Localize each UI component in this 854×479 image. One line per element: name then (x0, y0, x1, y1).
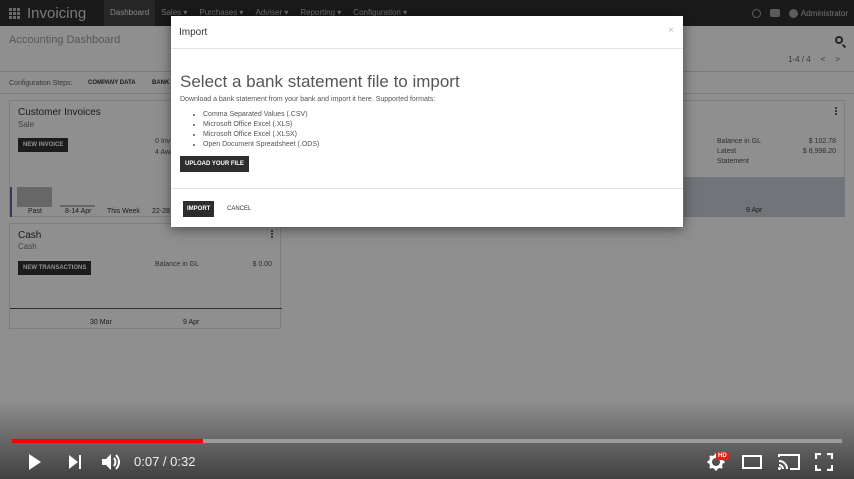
import-button[interactable]: IMPORT (183, 201, 215, 217)
dialog-heading: Select a bank statement file to import (180, 72, 460, 91)
cast-icon[interactable] (777, 453, 801, 471)
dialog-header: Import × (171, 16, 683, 49)
format-item: Open Document Spreadsheet (.ODS) (203, 140, 319, 150)
play-icon[interactable] (29, 454, 41, 470)
fullscreen-icon[interactable] (814, 452, 834, 472)
dialog-footer: IMPORT CANCEL (171, 188, 683, 227)
dialog-description: Download a bank statement from your bank… (180, 96, 436, 103)
cancel-button[interactable]: CANCEL (227, 206, 251, 212)
volume-icon[interactable] (101, 453, 123, 471)
close-icon[interactable]: × (668, 25, 674, 36)
format-item: Comma Separated Values (.CSV) (203, 110, 319, 120)
upload-file-button[interactable]: UPLOAD YOUR FILE (180, 156, 249, 172)
progress-played (12, 439, 203, 443)
time-display: 0:07 / 0:32 (134, 454, 196, 469)
dialog-title: Import (179, 27, 208, 38)
format-item: Microsoft Office Excel (.XLS) (203, 120, 319, 130)
theater-mode-icon[interactable] (742, 455, 762, 469)
format-item: Microsoft Office Excel (.XLSX) (203, 130, 319, 140)
import-dialog: Import × Select a bank statement file to… (171, 16, 683, 227)
hd-badge: HD (716, 452, 729, 460)
supported-formats-list: Comma Separated Values (.CSV) Microsoft … (203, 110, 319, 150)
progress-bar[interactable] (12, 439, 842, 443)
